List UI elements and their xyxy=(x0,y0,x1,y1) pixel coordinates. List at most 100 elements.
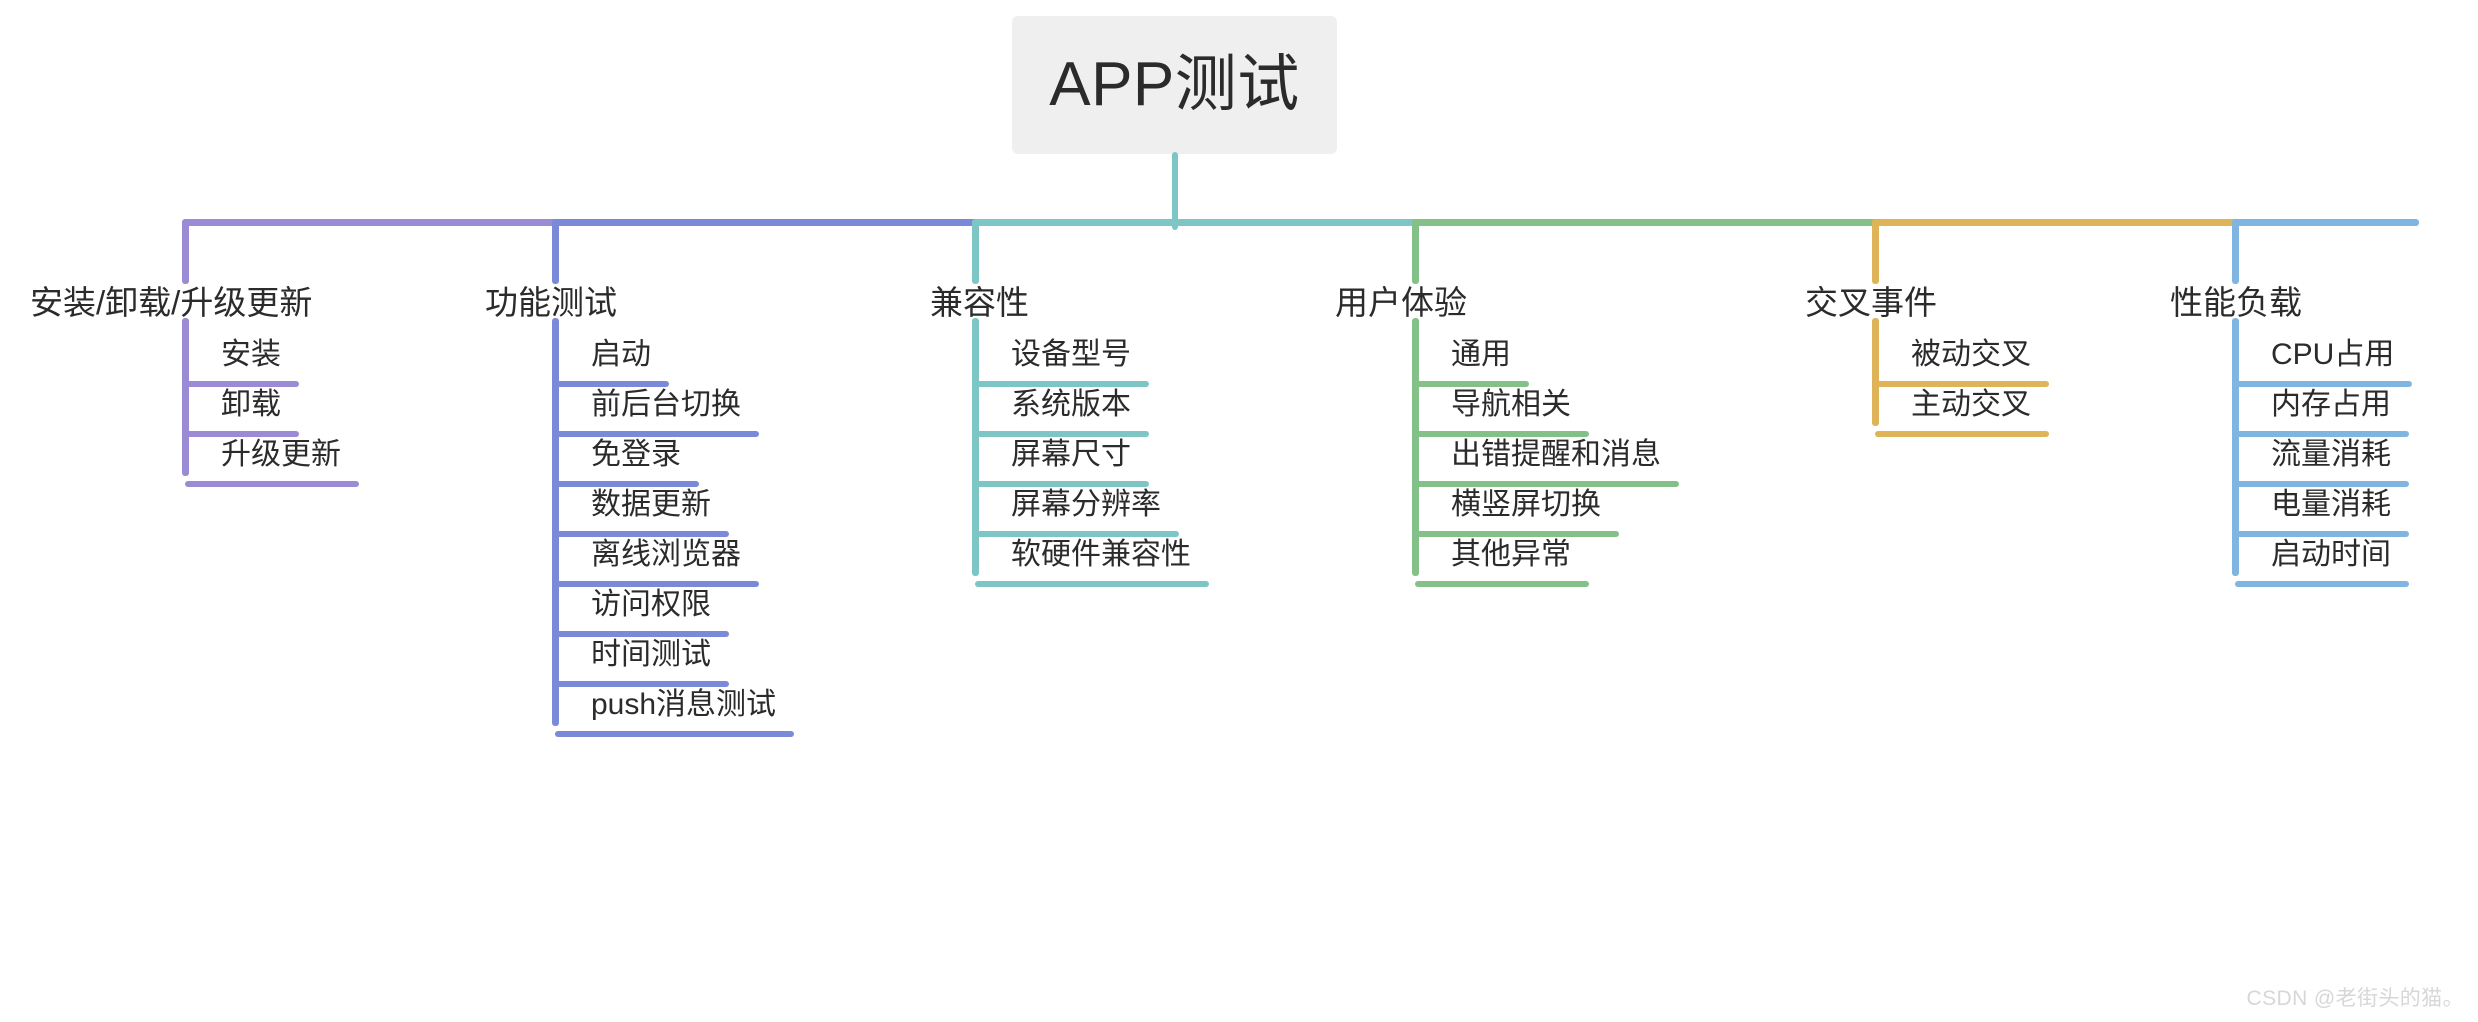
leaf-label: 导航相关 xyxy=(1451,388,1571,421)
leaf-node[interactable]: 软硬件兼容性 xyxy=(975,538,1209,587)
leaf-label: 系统版本 xyxy=(1011,388,1131,421)
branch-label[interactable]: 用户体验 xyxy=(1335,286,1467,319)
leaf-label: 设备型号 xyxy=(1011,338,1131,371)
leaf-label: 其他异常 xyxy=(1451,538,1571,571)
leaf-underline xyxy=(1415,431,1589,437)
branch-label[interactable]: 性能负载 xyxy=(2170,286,2302,319)
mindmap-canvas: APP测试 安装/卸载/升级更新安装卸载 升级更新 功能测试启动 前后台切换免登录数据… xyxy=(0,0,2478,1022)
leaf-node[interactable]: 启动时间 xyxy=(2235,538,2409,587)
leaf-node[interactable]: 数据更新 xyxy=(555,488,729,537)
branch-stem-lower xyxy=(1412,318,1419,576)
leaf-node[interactable]: 升级更新 xyxy=(185,438,359,487)
watermark: CSDN @老街头的猫。 xyxy=(2246,987,2464,1010)
leaf-underline xyxy=(555,681,729,687)
leaf-node[interactable]: 系统版本 xyxy=(975,388,1149,437)
leaf-underline xyxy=(1875,431,2049,437)
leaf-label: push消息测试 xyxy=(591,688,777,721)
branch-label[interactable]: 兼容性 xyxy=(930,286,1029,319)
leaf-underline xyxy=(555,431,759,437)
leaf-label: 启动时间 xyxy=(2271,538,2391,571)
leaf-label: 屏幕分辨率 xyxy=(1011,488,1161,521)
leaf-underline xyxy=(555,581,759,587)
leaf-underline xyxy=(1415,481,1679,487)
leaf-label: 升级更新 xyxy=(221,438,341,471)
leaf-label: 横竖屏切换 xyxy=(1451,488,1601,521)
leaf-label: 内存占用 xyxy=(2271,388,2391,421)
leaf-node[interactable]: 访问权限 xyxy=(555,588,729,637)
branch-label[interactable]: 安装/卸载/升级更新 xyxy=(30,286,312,319)
leaf-underline xyxy=(2235,531,2409,537)
leaf-node[interactable]: 前后台切换 xyxy=(555,388,759,437)
leaf-node[interactable]: 离线浏览器 xyxy=(555,538,759,587)
leaf-node[interactable]: 通用 xyxy=(1415,338,1529,387)
leaf-node[interactable]: 设备型号 xyxy=(975,338,1149,387)
leaf-label: 安装 xyxy=(221,338,281,371)
leaf-underline xyxy=(975,531,1179,537)
branch-stem-upper xyxy=(972,222,979,284)
leaf-underline xyxy=(185,381,299,387)
leaf-underline xyxy=(2235,481,2409,487)
leaf-node[interactable]: 免登录 xyxy=(555,438,699,487)
leaf-underline xyxy=(185,481,359,487)
spine-segment xyxy=(182,219,559,226)
leaf-underline xyxy=(555,731,795,737)
leaf-label: 被动交叉 xyxy=(1911,338,2031,371)
leaf-label: 流量消耗 xyxy=(2271,438,2391,471)
leaf-underline xyxy=(975,481,1149,487)
leaf-node[interactable]: 卸载 xyxy=(185,390,299,437)
leaf-underline xyxy=(1875,381,2049,387)
branch-stem-upper xyxy=(552,222,559,284)
leaf-label: 软硬件兼容性 xyxy=(1011,538,1191,571)
leaf-underline xyxy=(555,631,729,637)
branch-stem-lower xyxy=(2232,318,2239,576)
leaf-label: 访问权限 xyxy=(591,588,711,621)
branch-stem-upper xyxy=(1412,222,1419,284)
branch-stem-upper xyxy=(1872,222,1879,284)
leaf-underline xyxy=(1415,531,1619,537)
leaf-underline xyxy=(1415,581,1589,587)
branch-stem-upper xyxy=(2232,222,2239,284)
leaf-node[interactable]: 电量消耗 xyxy=(2235,488,2409,537)
leaf-underline xyxy=(2235,431,2409,437)
leaf-node[interactable]: 启动 xyxy=(555,340,669,387)
leaf-node[interactable]: 内存占用 xyxy=(2235,388,2409,437)
root-node-label: APP测试 xyxy=(1049,50,1300,119)
leaf-underline xyxy=(555,531,729,537)
branch-stem-lower xyxy=(552,318,559,726)
leaf-node[interactable]: 流量消耗 xyxy=(2235,438,2409,487)
leaf-node[interactable]: 屏幕尺寸 xyxy=(975,438,1149,487)
root-node[interactable]: APP测试 xyxy=(1012,16,1337,154)
leaf-underline xyxy=(185,431,299,437)
leaf-node[interactable]: 其他异常 xyxy=(1415,538,1589,587)
leaf-node[interactable]: 横竖屏切换 xyxy=(1415,488,1619,537)
branch-label[interactable]: 交叉事件 xyxy=(1805,286,1937,319)
leaf-node[interactable]: 屏幕分辨率 xyxy=(975,488,1179,537)
branch-stem-lower xyxy=(182,318,189,476)
leaf-label: 数据更新 xyxy=(591,488,711,521)
leaf-node[interactable]: 被动交叉 xyxy=(1875,338,2049,387)
leaf-underline xyxy=(975,431,1149,437)
leaf-underline xyxy=(1415,381,1529,387)
leaf-node[interactable]: 出错提醒和消息 xyxy=(1415,440,1679,487)
leaf-node[interactable]: push消息测试 xyxy=(555,688,795,737)
spine-segment xyxy=(972,219,1419,226)
leaf-node[interactable]: 安装 xyxy=(185,338,299,387)
leaf-node[interactable]: 导航相关 xyxy=(1415,388,1589,437)
leaf-label: 电量消耗 xyxy=(2271,488,2391,521)
branch-stem-lower xyxy=(972,318,979,576)
leaf-node[interactable]: CPU占用 xyxy=(2235,340,2413,387)
branch-label[interactable]: 功能测试 xyxy=(485,286,617,319)
spine-segment xyxy=(552,219,979,226)
leaf-node[interactable]: 时间测试 xyxy=(555,640,729,687)
leaf-underline xyxy=(2235,381,2413,387)
spine-segment xyxy=(1412,219,1879,226)
leaf-label: 通用 xyxy=(1451,338,1511,371)
leaf-label: 前后台切换 xyxy=(591,388,741,421)
leaf-label: 屏幕尺寸 xyxy=(1011,438,1131,471)
leaf-label: 离线浏览器 xyxy=(591,538,741,571)
leaf-underline xyxy=(555,481,699,487)
leaf-label: 主动交叉 xyxy=(1911,388,2031,421)
leaf-node[interactable]: 主动交叉 xyxy=(1875,388,2049,437)
leaf-label: 免登录 xyxy=(591,438,681,471)
spine-segment xyxy=(1872,219,2239,226)
